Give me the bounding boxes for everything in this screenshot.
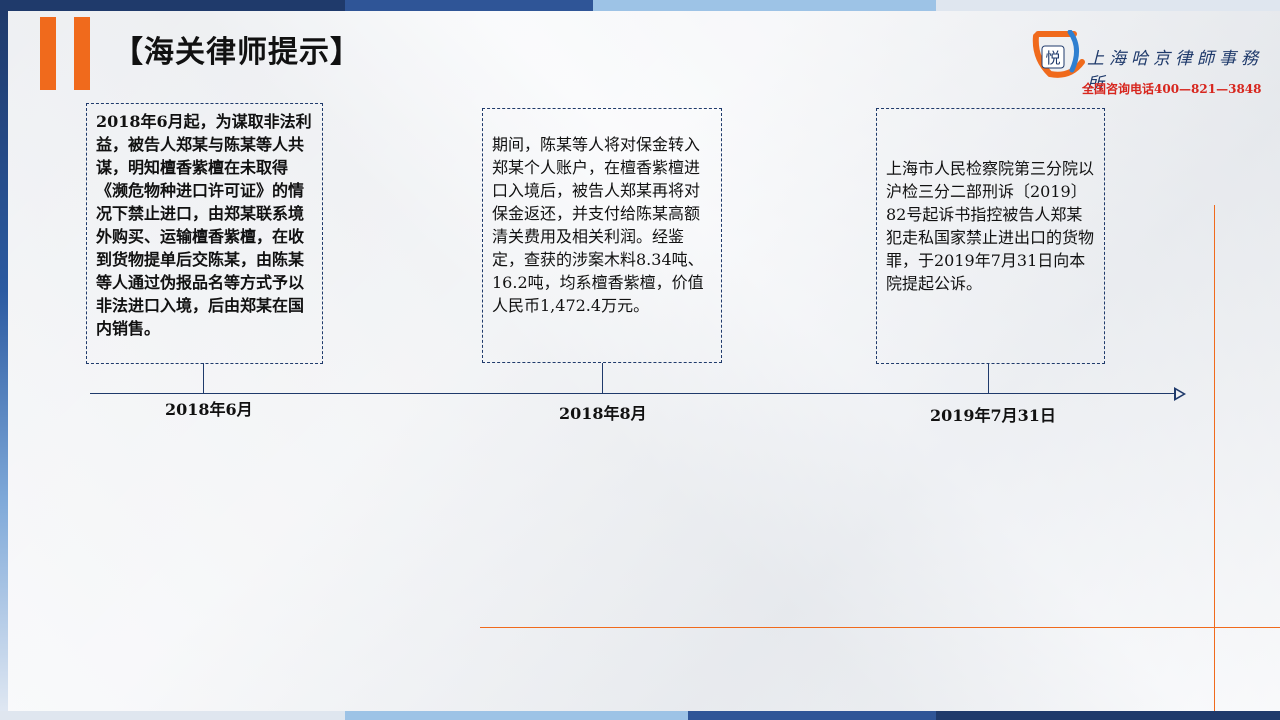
timeline-event-card: 上海市人民检察院第三分院以沪检三分二部刑诉〔2019〕82号起诉书指控被告人郑某…: [876, 108, 1105, 364]
timeline-event-card: 2018年6月起，为谋取非法利益，被告人郑某与陈某等人共谋，明知檀香紫檀在未取得…: [86, 103, 323, 364]
timeline-arrow-icon: [1174, 387, 1186, 401]
timeline-tick: [988, 363, 990, 394]
timeline-axis: [90, 393, 1180, 395]
slide-title: 【海关律师提示】: [113, 35, 361, 70]
bottom-color-bar: [0, 711, 1280, 720]
timeline-date: 2019年7月31日: [930, 406, 1056, 425]
svg-text:悦: 悦: [1045, 49, 1060, 67]
lawfirm-logo-icon: 悦: [1032, 30, 1085, 78]
title-accent-bar: [40, 17, 56, 90]
timeline-tick: [602, 363, 604, 394]
decorative-line: [480, 627, 1280, 628]
event-description: 上海市人民检察院第三分院以沪检三分二部刑诉〔2019〕82号起诉书指控被告人郑某…: [886, 159, 1095, 293]
timeline-date: 2018年8月: [559, 404, 647, 423]
title-accent-bar: [74, 17, 90, 90]
decorative-line: [1214, 205, 1215, 715]
event-description: 期间，陈某等人将对保金转入郑某个人账户，在檀香紫檀进口入境后，被告人郑某再将对保…: [492, 135, 704, 315]
hotline-text: 全国咨询电话400—821—3848: [1082, 82, 1262, 96]
timeline-tick: [203, 363, 205, 394]
top-color-bar: [0, 0, 1280, 11]
event-description: 2018年6月起，为谋取非法利益，被告人郑某与陈某等人共谋，明知檀香紫檀在未取得…: [96, 112, 312, 338]
left-edge-stripe: [0, 11, 8, 711]
timeline-event-card: 期间，陈某等人将对保金转入郑某个人账户，在檀香紫檀进口入境后，被告人郑某再将对保…: [482, 108, 722, 363]
timeline-date: 2018年6月: [165, 400, 253, 419]
